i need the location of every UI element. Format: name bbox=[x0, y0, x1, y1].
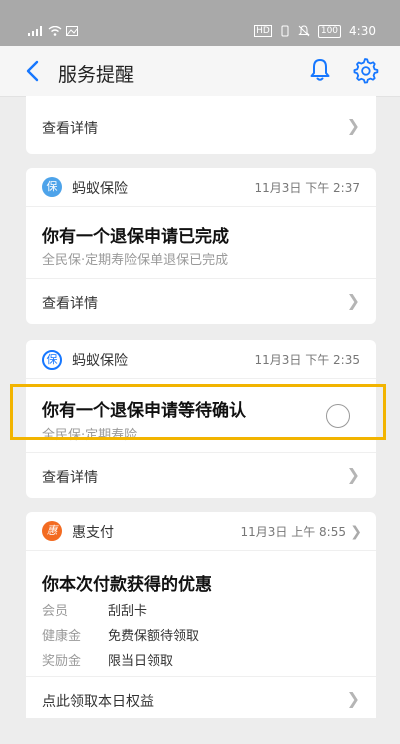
claim-benefits-row[interactable]: 点此领取本日权益 ❯ bbox=[26, 676, 376, 723]
chevron-right-icon: ❯ bbox=[350, 524, 362, 540]
card-header: 保 蚂蚁保险 11月3日 下午 2:35 bbox=[26, 340, 376, 379]
gear-icon[interactable] bbox=[351, 56, 379, 84]
view-details-label: 查看详情 bbox=[42, 470, 98, 486]
card-header[interactable]: 惠 惠支付 11月3日 上午 8:55 ❯ bbox=[26, 512, 376, 551]
insurance-badge-icon: 保 bbox=[42, 350, 62, 370]
back-arrow-icon[interactable] bbox=[22, 58, 46, 84]
view-details-row[interactable]: 查看详情 ❯ bbox=[26, 278, 376, 325]
chevron-right-icon: ❯ bbox=[346, 291, 360, 310]
hd-icon: HD bbox=[254, 25, 272, 37]
brand-name: 惠支付 bbox=[72, 525, 114, 541]
card-subtitle: 全民保·定期寿险 bbox=[42, 428, 138, 443]
benefit-key: 奖励金 bbox=[42, 654, 82, 669]
benefit-value: 刮刮卡 bbox=[108, 604, 148, 619]
brand-name: 蚂蚁保险 bbox=[72, 353, 128, 369]
card-title: 你有一个退保申请等待确认 bbox=[42, 401, 246, 421]
bell-icon[interactable] bbox=[306, 56, 334, 84]
vibrate-icon bbox=[281, 25, 289, 37]
notification-card: 惠 惠支付 11月3日 上午 8:55 ❯ 你本次付款获得的优惠 会员 刮刮卡 健… bbox=[26, 512, 376, 718]
brand-name: 蚂蚁保险 bbox=[72, 181, 128, 197]
benefit-value: 限当日领取 bbox=[108, 654, 174, 669]
claim-benefits-label: 点此领取本日权益 bbox=[42, 694, 154, 710]
status-left bbox=[28, 26, 78, 36]
view-details-row[interactable]: 查看详情 ❯ bbox=[26, 104, 376, 150]
nav-bar: 服务提醒 bbox=[0, 46, 400, 97]
timestamp: 11月3日 上午 8:55 bbox=[240, 525, 346, 539]
benefit-key: 会员 bbox=[42, 604, 69, 619]
card-subtitle: 全民保·定期寿险保单退保已完成 bbox=[42, 253, 229, 268]
timestamp: 11月3日 下午 2:37 bbox=[254, 181, 360, 195]
hui-badge-icon: 惠 bbox=[42, 521, 62, 541]
insurance-badge-icon: 保 bbox=[42, 177, 62, 197]
image-notification-icon bbox=[66, 26, 78, 36]
card-title: 你有一个退保申请已完成 bbox=[42, 227, 229, 247]
wifi-icon bbox=[48, 26, 62, 36]
chevron-right-icon: ❯ bbox=[346, 689, 360, 708]
view-details-row[interactable]: 查看详情 ❯ bbox=[26, 452, 376, 499]
status-bar: HD 100 4:30 bbox=[0, 0, 400, 46]
battery-icon: 100 bbox=[317, 24, 342, 38]
benefit-row: 健康金 免费保额待领取 bbox=[42, 625, 199, 644]
select-radio[interactable] bbox=[326, 404, 350, 428]
signal-icon bbox=[28, 26, 42, 36]
chevron-right-icon: ❯ bbox=[346, 116, 360, 135]
view-details-label: 查看详情 bbox=[42, 296, 98, 312]
status-time: 4:30 bbox=[349, 24, 376, 38]
card-title: 你本次付款获得的优惠 bbox=[42, 575, 212, 595]
timestamp: 11月3日 下午 2:35 bbox=[254, 353, 360, 367]
benefit-key: 健康金 bbox=[42, 629, 82, 644]
notification-card: 保 蚂蚁保险 11月3日 下午 2:35 你有一个退保申请等待确认 全民保·定期… bbox=[26, 340, 376, 498]
chevron-right-icon: ❯ bbox=[346, 465, 360, 484]
benefit-row: 会员 刮刮卡 bbox=[42, 600, 147, 619]
benefit-value: 免费保额待领取 bbox=[108, 629, 200, 644]
page-title: 服务提醒 bbox=[58, 64, 135, 86]
notification-card-partial: 查看详情 ❯ bbox=[26, 96, 376, 154]
mute-icon bbox=[298, 25, 310, 37]
card-header: 保 蚂蚁保险 11月3日 下午 2:37 bbox=[26, 168, 376, 207]
notification-card: 保 蚂蚁保险 11月3日 下午 2:37 你有一个退保申请已完成 全民保·定期寿… bbox=[26, 168, 376, 324]
benefit-row: 奖励金 限当日领取 bbox=[42, 650, 173, 669]
view-details-label: 查看详情 bbox=[42, 121, 98, 137]
status-right: HD 100 4:30 bbox=[254, 24, 376, 38]
